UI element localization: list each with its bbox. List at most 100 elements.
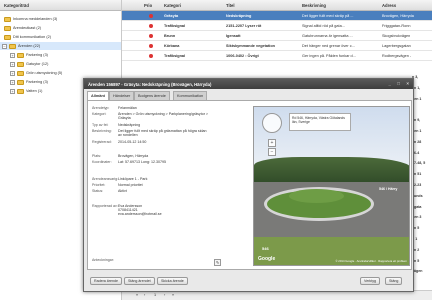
col-description-header[interactable]: Beskrivning <box>302 3 326 8</box>
priority-icon <box>149 24 153 28</box>
table-row[interactable]: Trafiksignal 1006-0402 : Övrigt Ger ingen … <box>122 51 432 61</box>
close-dialog-button[interactable]: Stäng <box>385 277 403 285</box>
cell-address: Frigggatan-Ronn <box>382 24 411 28</box>
cell-address: Rodbergsvägen - <box>382 54 412 58</box>
dialog-titlebar[interactable]: Ärenden 156897 - Gräsyta: Nedskräpning (… <box>84 79 413 89</box>
cell-description: Det ligger fullt med skräp på ... <box>302 14 354 18</box>
tree-node-label: Ditt kommunikation (2) <box>13 35 51 39</box>
folder-icon <box>17 88 24 94</box>
field-label: Rapporterad av: <box>92 204 118 208</box>
field-label: Prioritet: <box>92 183 106 187</box>
field-value: Linköpare 1 - Park <box>118 177 148 181</box>
priority-icon <box>149 14 153 18</box>
street-view[interactable]: Rd 546, Härryda, Västra Götalands län, S… <box>253 106 410 266</box>
tab-communication[interactable]: Kommunikation <box>173 91 208 100</box>
folder-icon <box>4 16 11 22</box>
zoom-in-icon[interactable]: + <box>268 139 276 147</box>
cell-description: Ger ingen på. Pålden funkar d... <box>302 54 356 58</box>
table-row[interactable]: Gräsyta Nedskräpning Det ligger fullt med … <box>122 11 432 21</box>
col-prio-header[interactable]: Prio <box>144 3 152 8</box>
field-label: Ärendeansvarig: <box>92 177 119 181</box>
collapse-icon[interactable]: − <box>2 43 7 49</box>
field-value: Nedskräpning <box>118 123 141 127</box>
cell-title: Igensatt <box>226 34 241 38</box>
cell-category: Trafiksignal <box>164 24 186 28</box>
cell-category: Körbana <box>164 44 180 48</box>
expand-icon[interactable]: + <box>10 52 15 58</box>
table-row[interactable]: Körbana Siktskymmande vegetation Det hänge… <box>122 41 432 51</box>
edit-notes-button[interactable]: ✎ <box>214 259 221 266</box>
field-label: Beskrivning: <box>92 129 112 133</box>
cell-address: Brovägen, Härryda <box>382 14 414 18</box>
folder-icon <box>17 61 24 67</box>
cell-category: Gräsyta <box>164 14 179 18</box>
pager-first-button[interactable]: « <box>136 293 138 297</box>
folder-icon <box>17 79 24 85</box>
tree-node-label: Vatten (1) <box>26 89 43 93</box>
tree-node-label: Grön utsmyckning (5) <box>26 71 63 75</box>
field-value: Felanmälan <box>118 106 137 110</box>
grid-header: Prio Kategori Titel Beskrivning Adress <box>122 0 432 11</box>
folder-icon <box>9 43 16 49</box>
folder-icon <box>4 34 11 40</box>
folder-icon <box>17 70 24 76</box>
cell-title: 2151-2207 Lyser röt <box>226 24 262 28</box>
field-label: Plats: <box>92 154 101 158</box>
compass-icon[interactable] <box>262 113 282 133</box>
minimize-icon[interactable]: _ <box>388 81 391 86</box>
tab-related-case[interactable]: Bodgens ärende <box>134 91 170 100</box>
maximize-icon[interactable]: □ <box>397 81 400 86</box>
priority-icon <box>149 54 153 58</box>
tree-node[interactable]: Inkomna meddelanden (3) <box>0 15 121 23</box>
tab-general[interactable]: Allmänt <box>87 91 109 100</box>
folder-icon <box>4 25 11 31</box>
cell-description: Signal alltid röd på gata... <box>302 24 345 28</box>
tree-header: Kategoriträd <box>0 0 121 11</box>
tree-node-label: Parkering (3) <box>26 53 48 57</box>
col-title-header[interactable]: Titel <box>226 3 235 8</box>
tree-node[interactable]: + Grön utsmyckning (5) <box>0 69 121 77</box>
field-value: Lat: 57.69713 Long: 12.30795 <box>118 160 166 164</box>
table-row[interactable]: Trafiksignal 2151-2207 Lyser röt Signal al… <box>122 21 432 31</box>
field-value: Brovägen, Härryda <box>118 154 149 158</box>
cell-address: Skogsbrukvägen <box>382 34 411 38</box>
close-icon[interactable]: × <box>406 81 409 86</box>
pager-next-button[interactable]: › <box>164 293 165 297</box>
tree-node[interactable]: + Gatuytor (12) <box>0 60 121 68</box>
tree-node[interactable]: − Ärenden (22) <box>0 42 121 50</box>
pager-prev-button[interactable]: ‹ <box>144 293 145 297</box>
col-category-header[interactable]: Kategori <box>164 3 181 8</box>
tree-node[interactable]: + Parkering (3) <box>0 51 121 59</box>
tools-button[interactable]: Verktyg <box>360 277 380 285</box>
expand-icon[interactable]: + <box>10 88 15 94</box>
table-row[interactable]: Brunn Igensatt Gatubrunnarna är igensatta … <box>122 31 432 41</box>
location-infobox: Rd 546, Härryda, Västra Götalands län, S… <box>289 113 351 131</box>
tree-node[interactable]: Ärendeutkast (2) <box>0 24 121 32</box>
pager-last-button[interactable]: » <box>172 293 174 297</box>
case-dialog: Ärenden 156897 - Gräsyta: Nedskräpning (… <box>83 78 414 292</box>
field-value: av rondellen <box>118 133 138 137</box>
field-label: Status: <box>92 189 104 193</box>
tab-events[interactable]: Händelser <box>109 91 135 100</box>
tree-node-label: Parkering (3) <box>26 80 48 84</box>
field-value: eva.andersson@hotmail.se <box>118 212 162 216</box>
google-logo: Google <box>258 256 276 262</box>
delete-case-button[interactable]: Radera ärende <box>90 277 122 285</box>
tree-node-label: Inkomna meddelanden (3) <box>13 17 58 21</box>
dialog-body: Ärendetyp: Felanmälan Kategori: Ärenden > G… <box>87 100 412 270</box>
cell-title: Nedskräpning <box>226 14 252 18</box>
expand-icon[interactable]: + <box>10 61 15 67</box>
pager-page[interactable]: 1 <box>154 293 156 297</box>
expand-icon[interactable]: + <box>10 79 15 85</box>
field-label: Anteckningar: <box>92 258 114 262</box>
tree-node[interactable]: Ditt kommunikation (2) <box>0 33 121 41</box>
send-case-button[interactable]: Skicka ärende <box>157 277 188 285</box>
folder-icon <box>17 52 24 58</box>
map-copyright[interactable]: © 2014 Google · Användarvillkor · Rappor… <box>335 259 407 263</box>
tree-node-label: Gatuytor (12) <box>26 62 49 66</box>
zoom-out-icon[interactable]: − <box>268 148 276 156</box>
close-case-button[interactable]: Stäng ärendet <box>124 277 155 285</box>
col-address-header[interactable]: Adress <box>382 3 396 8</box>
expand-icon[interactable]: + <box>10 70 15 76</box>
dialog-footer: Radera ärende Stäng ärendet Skicka ärend… <box>87 273 412 289</box>
